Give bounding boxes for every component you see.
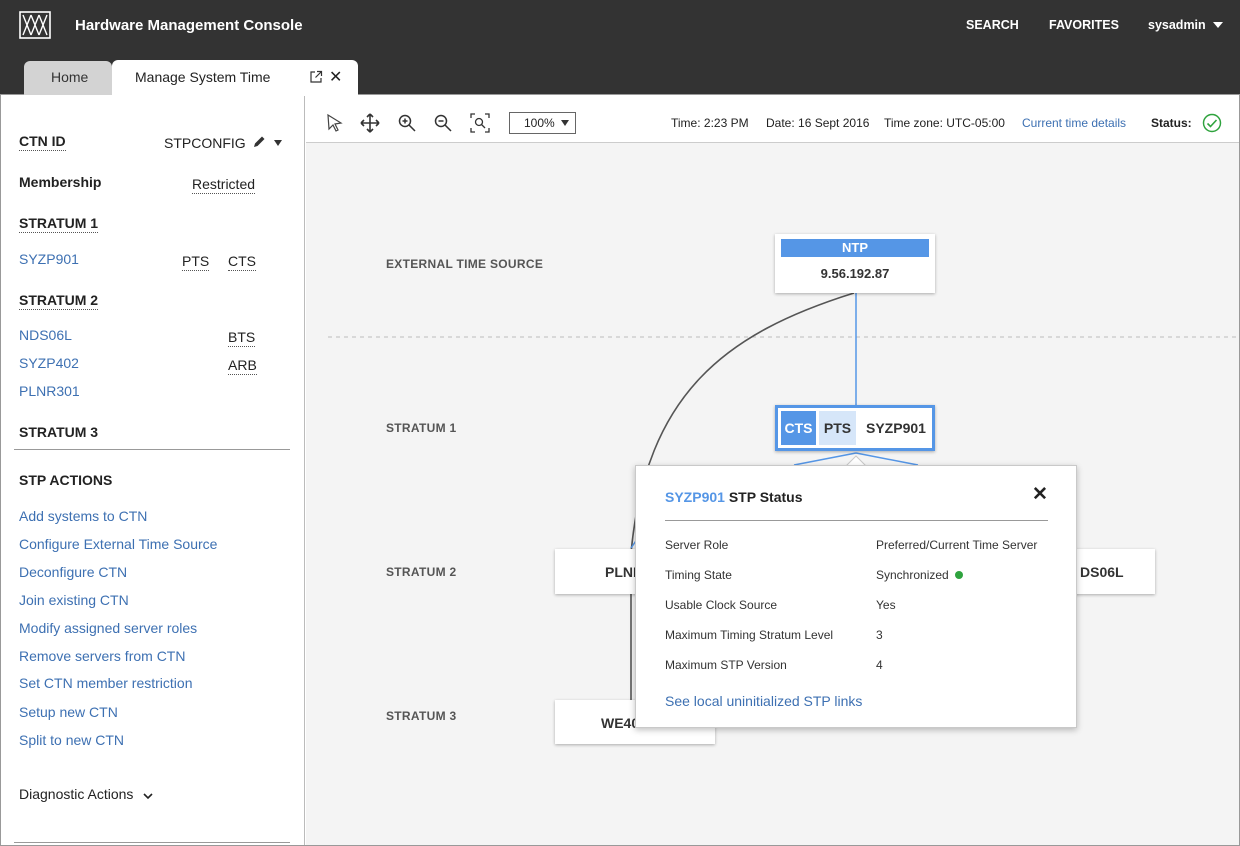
status-ok-icon <box>1202 113 1222 133</box>
tier-label-stratum2: STRATUM 2 <box>386 565 457 579</box>
zoom-in-icon[interactable] <box>397 113 417 133</box>
popup-row-value: Yes <box>876 598 896 612</box>
ctn-id-value: STPCONFIG <box>164 135 246 151</box>
popup-row-value: Synchronized <box>876 568 949 582</box>
sidebar-divider <box>14 449 290 450</box>
stratum3-node-name: WE40 <box>601 715 640 731</box>
tab-home[interactable]: Home <box>24 61 112 95</box>
popup-row-key: Usable Clock Source <box>665 598 778 612</box>
uninitialized-stp-links-link[interactable]: See local uninitialized STP links <box>665 693 862 709</box>
stratum2-right-name: DS06L <box>1080 564 1124 580</box>
popup-title: SYZP901 STP Status <box>665 489 802 505</box>
move-icon[interactable] <box>360 113 380 133</box>
stp-status-popup: SYZP901 STP Status ✕ Server Role Preferr… <box>635 465 1077 728</box>
nav-favorites[interactable]: FAVORITES <box>1049 18 1119 32</box>
zoom-value: 100% <box>524 116 555 130</box>
stratum1-node-name: SYZP901 <box>866 420 926 436</box>
stratum3-heading: STRATUM 3 <box>19 424 99 440</box>
ntp-node[interactable]: NTP 9.56.192.87 <box>775 234 935 293</box>
top-bar: Hardware Management Console SEARCH FAVOR… <box>0 0 1240 96</box>
ctn-id-label: CTN ID <box>19 133 66 151</box>
stratum2-heading: STRATUM 2 <box>19 292 99 310</box>
diagnostic-actions-toggle[interactable]: Diagnostic Actions <box>19 786 153 802</box>
popup-row-key: Server Role <box>665 538 729 552</box>
tier-label-stratum1: STRATUM 1 <box>386 421 457 435</box>
action-add-systems[interactable]: Add systems to CTN <box>19 508 147 524</box>
fit-to-screen-icon[interactable] <box>470 113 490 133</box>
time-text: Time: 2:23 PM <box>671 116 749 130</box>
date-text: Date: 16 Sept 2016 <box>766 116 870 130</box>
role-arb: ARB <box>228 357 257 375</box>
user-name: sysadmin <box>1148 18 1206 32</box>
current-time-details-link[interactable]: Current time details <box>1022 116 1126 130</box>
ntp-ip: 9.56.192.87 <box>820 266 890 281</box>
action-modify-roles[interactable]: Modify assigned server roles <box>19 620 197 636</box>
popup-row-value-timing: Synchronized <box>876 568 963 582</box>
popup-title-suffix: STP Status <box>724 489 803 505</box>
zoom-select[interactable]: 100% <box>509 112 576 134</box>
ctn-caret-down-icon[interactable] <box>274 140 282 146</box>
popup-row-value: 4 <box>876 658 883 672</box>
timezone-text: Time zone: UTC-05:00 <box>884 116 1005 130</box>
sidebar-bottom-divider <box>14 842 290 843</box>
popup-row-value: 3 <box>876 628 883 642</box>
logo-icon[interactable] <box>19 11 51 39</box>
open-external-icon[interactable] <box>309 70 323 84</box>
close-icon[interactable]: ✕ <box>329 67 342 87</box>
role-pts: PTS <box>182 253 210 271</box>
membership-label: Membership <box>19 174 102 190</box>
action-configure-ets[interactable]: Configure External Time Source <box>19 536 217 552</box>
popup-row-key: Maximum Timing Stratum Level <box>665 628 834 642</box>
stratum1-node-syzp901[interactable]: CTS PTS SYZP901 <box>775 405 935 451</box>
sidebar-system-syzp901[interactable]: SYZP901 <box>19 251 79 267</box>
action-set-restriction[interactable]: Set CTN member restriction <box>19 675 192 691</box>
pointer-icon[interactable] <box>325 113 345 133</box>
stp-actions-heading: STP ACTIONS <box>19 472 113 488</box>
popup-row-value: Preferred/Current Time Server <box>876 538 1038 552</box>
sidebar-system-syzp402[interactable]: SYZP402 <box>19 355 79 371</box>
action-deconfigure-ctn[interactable]: Deconfigure CTN <box>19 564 127 580</box>
role-cts: CTS <box>228 253 256 271</box>
popup-system-name[interactable]: SYZP901 <box>665 489 725 505</box>
role-bts: BTS <box>228 329 256 347</box>
popup-row-key: Timing State <box>665 568 732 582</box>
popup-divider <box>665 520 1048 521</box>
sidebar-system-nds06l[interactable]: NDS06L <box>19 327 72 343</box>
diagram-toolbar: 100% Time: 2:23 PM Date: 16 Sept 2016 Ti… <box>306 96 1239 143</box>
popup-row-key: Maximum STP Version <box>665 658 787 672</box>
tab-active-label: Manage System Time <box>135 69 271 85</box>
zoom-out-icon[interactable] <box>433 113 453 133</box>
tier-label-stratum3: STRATUM 3 <box>386 709 457 723</box>
pencil-icon[interactable] <box>252 135 266 149</box>
sidebar: CTN ID STPCONFIG Membership Restricted S… <box>1 96 305 845</box>
diagnostic-actions-label: Diagnostic Actions <box>19 786 134 802</box>
ntp-header: NTP <box>781 239 929 257</box>
nav-search[interactable]: SEARCH <box>966 18 1019 32</box>
tab-manage-system-time[interactable]: Manage System Time ✕ <box>112 60 358 96</box>
tab-home-label: Home <box>51 69 89 85</box>
action-join-ctn[interactable]: Join existing CTN <box>19 592 129 608</box>
caret-down-icon <box>561 120 569 126</box>
cts-badge: CTS <box>781 411 816 445</box>
tier-label-external: EXTERNAL TIME SOURCE <box>386 257 544 271</box>
action-setup-ctn[interactable]: Setup new CTN <box>19 704 118 720</box>
stratum1-heading: STRATUM 1 <box>19 215 99 233</box>
app-title: Hardware Management Console <box>75 17 303 34</box>
membership-value[interactable]: Restricted <box>192 176 256 194</box>
pts-badge: PTS <box>819 411 856 445</box>
user-menu[interactable]: sysadmin <box>1148 18 1223 32</box>
caret-down-icon <box>1212 22 1223 28</box>
status-label: Status: <box>1151 116 1192 130</box>
sidebar-system-plnr301[interactable]: PLNR301 <box>19 383 80 399</box>
popup-close-icon[interactable]: ✕ <box>1032 483 1048 506</box>
action-split-ctn[interactable]: Split to new CTN <box>19 732 124 748</box>
synchronized-status-icon <box>954 571 963 579</box>
action-remove-servers[interactable]: Remove servers from CTN <box>19 648 185 664</box>
chevron-down-icon <box>143 793 153 800</box>
